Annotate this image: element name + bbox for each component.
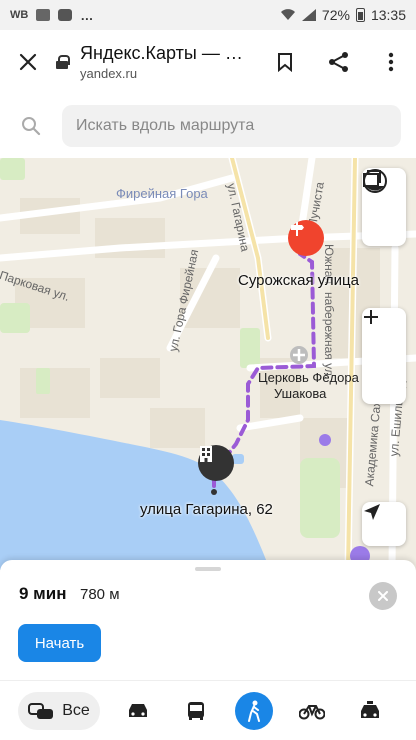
close-tab-button[interactable] — [0, 30, 56, 94]
clock: 13:35 — [370, 7, 406, 23]
car-icon — [129, 703, 147, 717]
mode-walk-button[interactable] — [234, 691, 274, 730]
search-input[interactable]: Искать вдоль маршрута — [62, 105, 401, 147]
panorama-icon — [363, 170, 381, 187]
zoom-controls — [362, 308, 406, 404]
bus-icon — [188, 701, 204, 720]
mode-taxi-button[interactable] — [350, 692, 390, 730]
route-duration: 9 мин — [19, 584, 67, 603]
signpost-icon — [291, 222, 304, 236]
destination-pin[interactable] — [288, 220, 324, 256]
sheet-drag-handle[interactable] — [195, 567, 221, 571]
origin-pin[interactable] — [198, 445, 234, 481]
close-icon — [378, 591, 388, 601]
mode-bus-button[interactable] — [176, 692, 216, 730]
navigation-arrow-icon — [364, 504, 380, 520]
map-label-naberezhnaya: набережная ул. — [322, 292, 336, 380]
lock-icon — [56, 55, 70, 69]
battery-icon — [355, 8, 365, 22]
bookmark-icon — [278, 53, 292, 72]
route-distance: 780 м — [80, 586, 120, 603]
wifi-icon — [280, 9, 295, 20]
taxi-icon — [361, 700, 379, 718]
battery-percent: 72% — [321, 7, 350, 23]
share-icon — [329, 52, 348, 72]
close-icon — [19, 53, 37, 71]
carrier-label: WB — [10, 9, 29, 21]
browser-toolbar: Яндекс.Карты — … yandex.ru — [0, 30, 416, 94]
minus-icon — [364, 316, 378, 318]
gallery-notification-icon — [36, 9, 51, 21]
map-label-fireinaya-gora: Фирейная Гора — [116, 186, 208, 201]
search-icon — [0, 116, 62, 136]
start-navigation-button[interactable]: Начать — [18, 624, 101, 662]
transport-mode-bar: Все — [0, 680, 416, 740]
route-search-bar: Искать вдоль маршрута — [0, 94, 416, 158]
bicycle-icon — [299, 704, 325, 719]
mode-all-label: Все — [62, 701, 90, 719]
layers-button[interactable] — [362, 168, 406, 246]
mode-walk-active — [235, 691, 273, 730]
close-route-button[interactable] — [369, 582, 397, 610]
status-bar: WB … 72% 13:35 — [0, 0, 416, 30]
map-label-surozhskaya: Сурожская улица — [238, 272, 359, 289]
mode-car-button[interactable] — [118, 692, 158, 730]
route-sheet: 9 мин 780 м Начать — [0, 560, 416, 680]
page-info[interactable]: Яндекс.Карты — … yandex.ru — [80, 43, 258, 81]
origin-address-label: улица Гагарина, 62 — [140, 501, 273, 518]
map-label-church-line1: Церковь Фёдора — [258, 370, 359, 385]
more-menu-button[interactable] — [366, 30, 416, 94]
pedestrian-icon — [248, 700, 260, 722]
bookmark-button[interactable] — [258, 30, 312, 94]
all-transport-icon — [28, 702, 54, 719]
map-label-church-line2: Ушакова — [274, 386, 327, 401]
youtube-notification-icon — [58, 9, 73, 21]
more-vertical-icon — [388, 52, 394, 72]
signal-icon — [301, 9, 316, 21]
building-icon — [200, 446, 212, 462]
share-button[interactable] — [312, 30, 366, 94]
mode-all-button[interactable]: Все — [18, 691, 100, 730]
mode-bike-button[interactable] — [292, 692, 332, 730]
more-notifications-icon: … — [80, 7, 95, 23]
my-location-button[interactable] — [362, 502, 406, 546]
page-url: yandex.ru — [80, 66, 138, 81]
page-title: Яндекс.Карты — … — [80, 43, 243, 63]
map-view[interactable]: Фирейная Гора ул. Гагарина Лучиста Южная… — [0, 158, 416, 570]
